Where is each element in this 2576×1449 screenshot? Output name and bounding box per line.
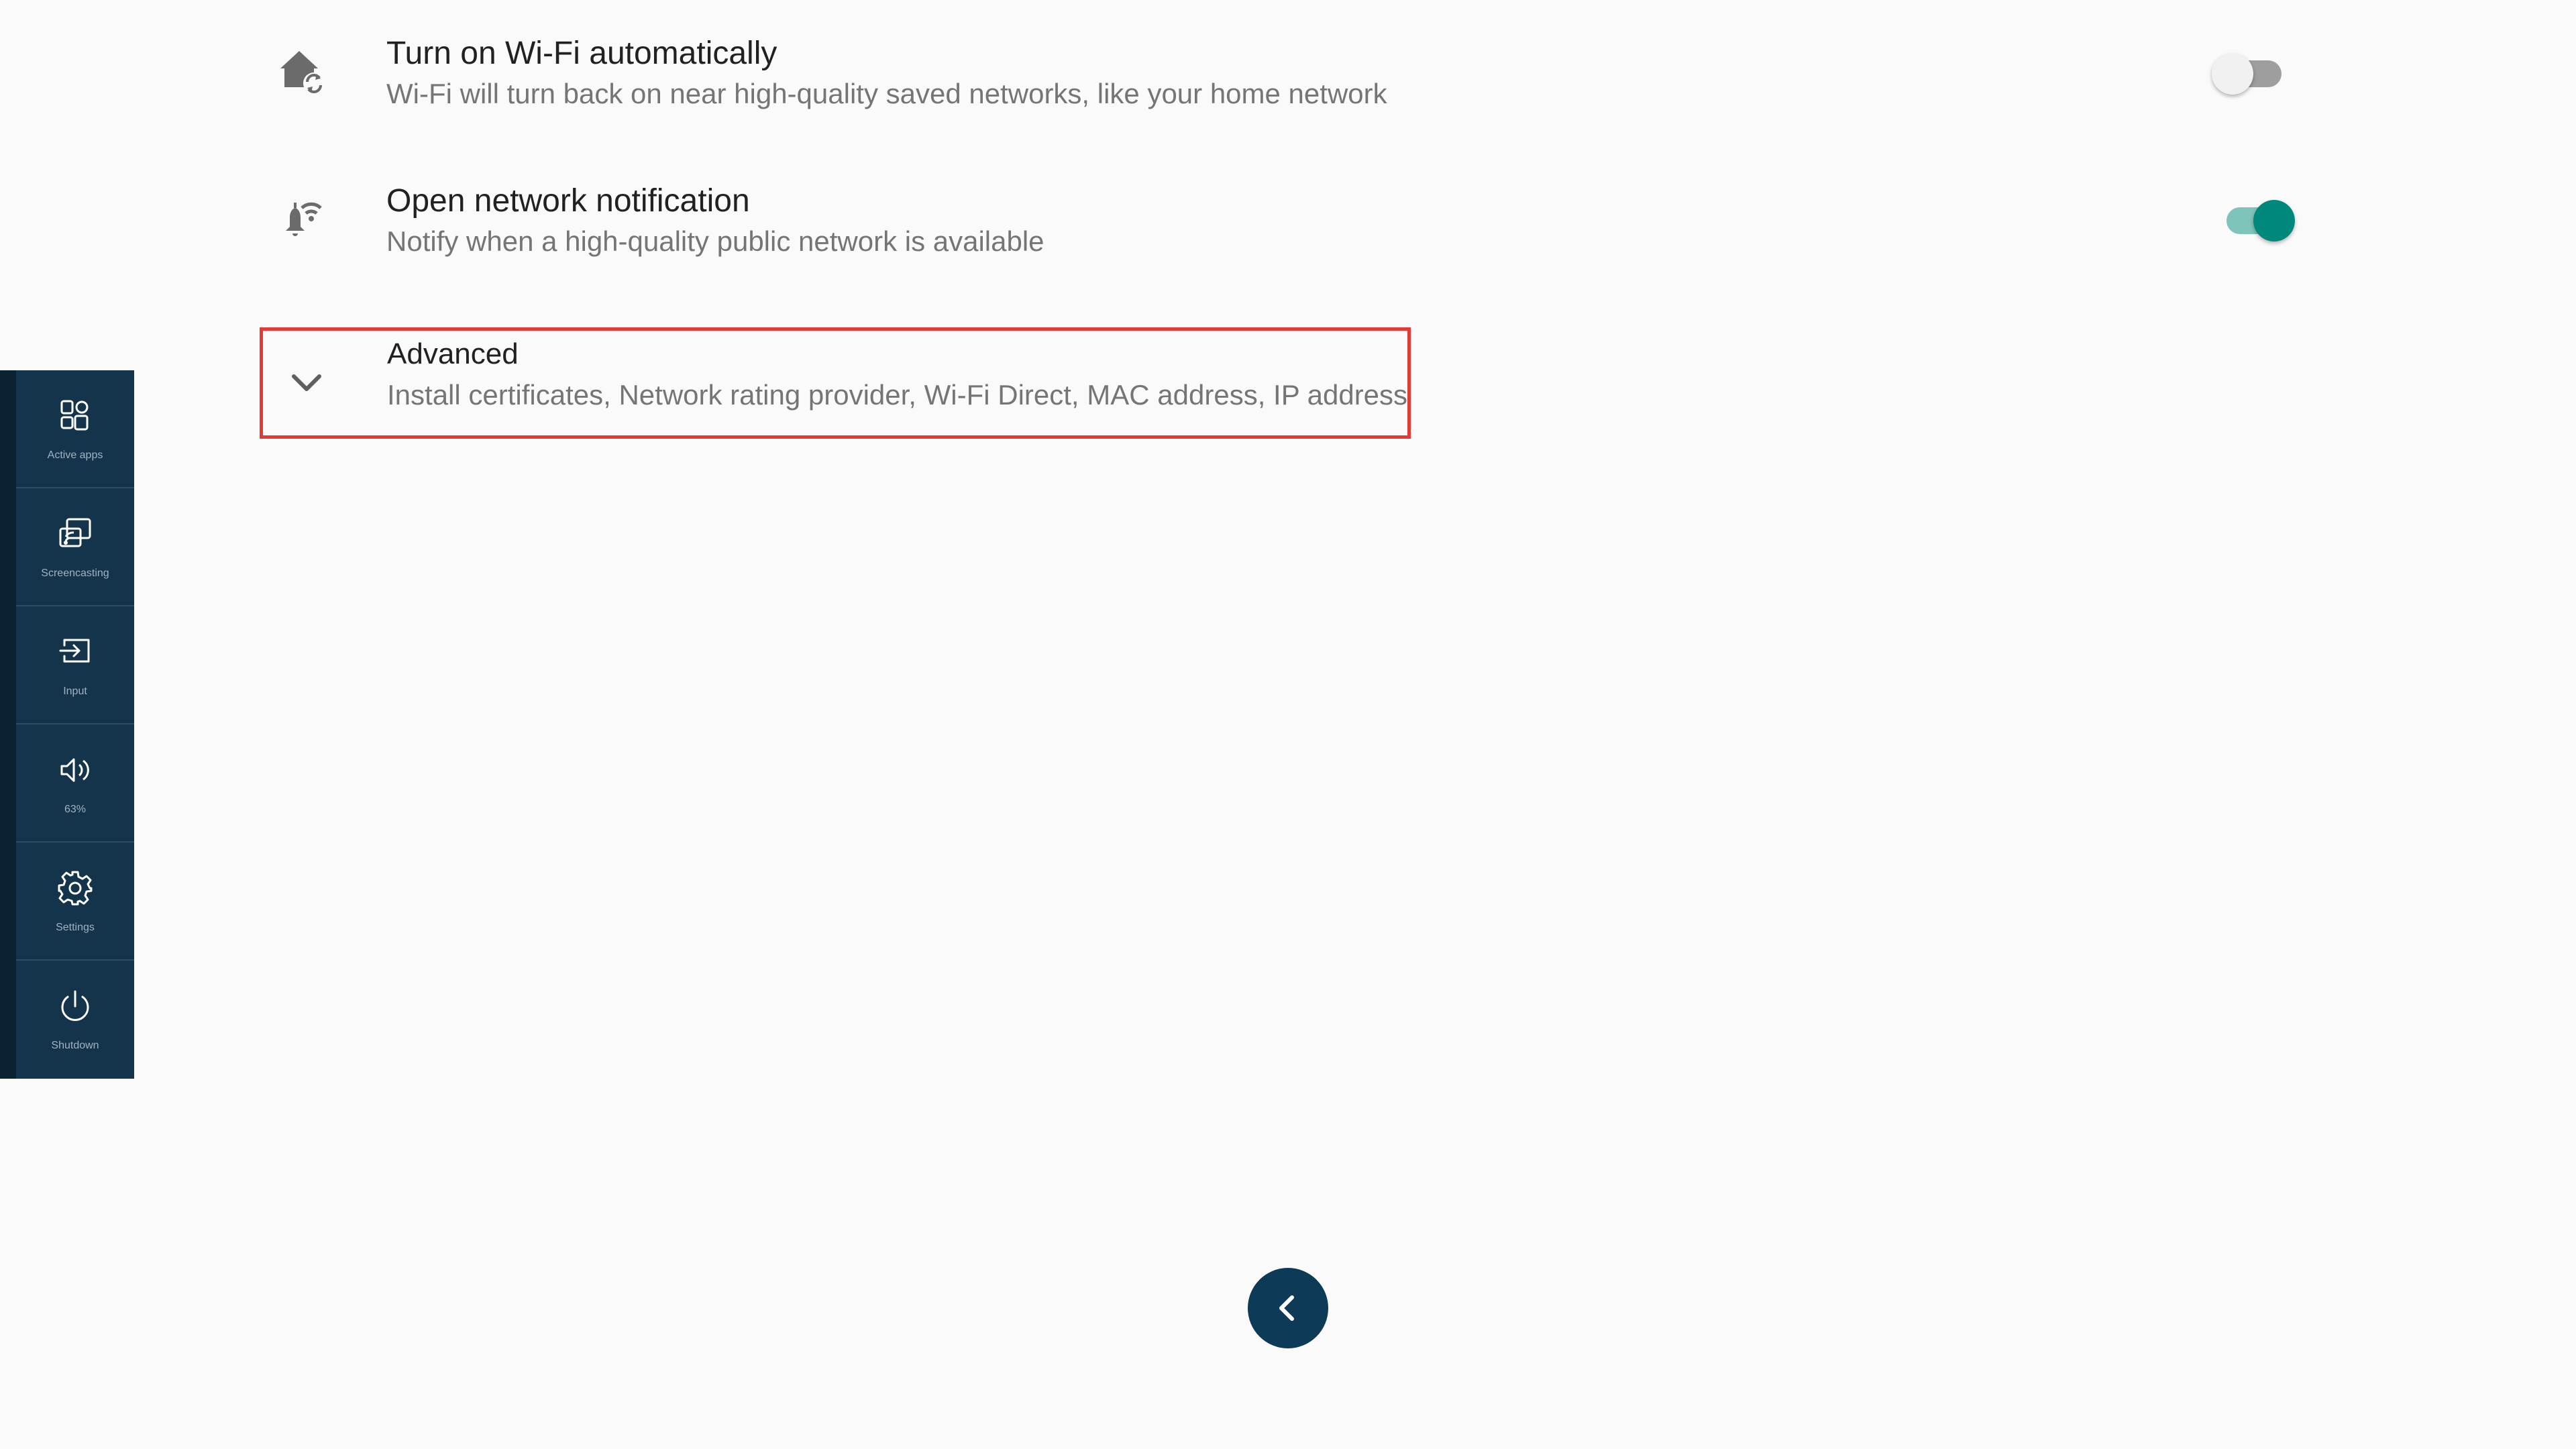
toggle-thumb <box>2253 200 2295 241</box>
gear-icon <box>55 868 95 908</box>
dock-item-volume[interactable]: 63% <box>16 724 134 843</box>
back-button[interactable] <box>1248 1268 1328 1348</box>
screencasting-icon <box>55 514 95 554</box>
side-dock: Active apps Screencasting Input 63% Sett… <box>0 370 134 1079</box>
setting-subtitle: Notify when a high-quality public networ… <box>386 225 1044 257</box>
dock-item-label: Input <box>63 686 87 697</box>
setting-subtitle: Wi-Fi will turn back on near high-qualit… <box>386 78 1387 109</box>
dock-item-label: 63% <box>64 804 87 815</box>
chevron-down-icon <box>283 360 330 407</box>
dock-item-label: Shutdown <box>51 1040 99 1051</box>
dock-item-label: Settings <box>56 922 95 933</box>
dock-item-label: Screencasting <box>41 568 109 579</box>
toggle-thumb <box>2212 53 2253 95</box>
dock-item-input[interactable]: Input <box>16 606 134 724</box>
dock-item-active-apps[interactable]: Active apps <box>16 370 134 488</box>
dock-item-shutdown[interactable]: Shutdown <box>16 961 134 1079</box>
dock-item-screencasting[interactable]: Screencasting <box>16 488 134 606</box>
setting-title: Turn on Wi-Fi automatically <box>386 36 777 71</box>
wifi-notification-bell-icon <box>275 193 329 247</box>
chevron-left-icon <box>1279 1295 1294 1321</box>
dock-item-label: Active apps <box>47 449 103 461</box>
setting-row-wifi-auto[interactable]: Turn on Wi-Fi automatically Wi-Fi will t… <box>262 27 2341 161</box>
active-apps-icon <box>55 396 95 436</box>
power-icon <box>55 986 95 1026</box>
open-network-toggle[interactable] <box>2224 197 2298 244</box>
dock-edge <box>0 370 16 1079</box>
input-icon <box>55 632 95 672</box>
setting-title: Open network notification <box>386 183 750 219</box>
home-sync-icon <box>275 43 329 97</box>
dock-item-settings[interactable]: Settings <box>16 843 134 961</box>
setting-row-advanced[interactable]: Advanced Install certificates, Network r… <box>260 327 1411 439</box>
setting-subtitle: Install certificates, Network rating pro… <box>387 379 1408 411</box>
volume-icon <box>55 750 95 790</box>
setting-title: Advanced <box>387 337 519 370</box>
wifi-auto-toggle[interactable] <box>2212 50 2286 97</box>
setting-row-open-network[interactable]: Open network notification Notify when a … <box>262 174 2341 309</box>
